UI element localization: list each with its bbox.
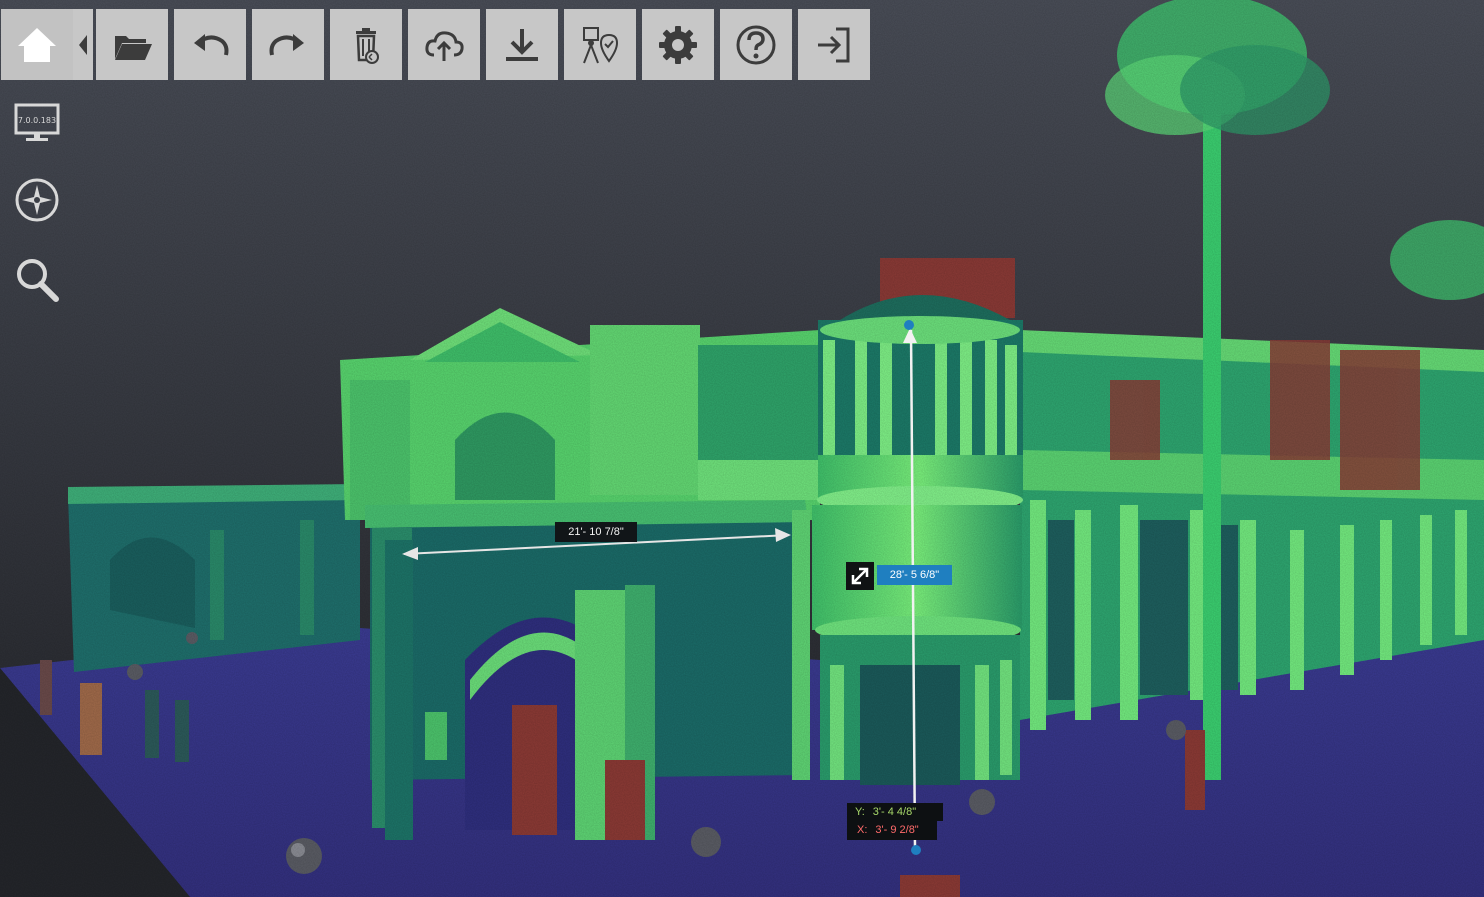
undo-button[interactable] xyxy=(174,9,246,80)
download-icon xyxy=(506,28,538,61)
x-offset-label[interactable]: X: 3'- 9 2/8" xyxy=(847,820,937,840)
chevron-left-icon xyxy=(79,34,87,55)
gear-icon xyxy=(659,25,697,64)
exit-icon xyxy=(818,27,850,62)
monitor-icon: 7.0.0.183 xyxy=(14,103,60,141)
x-axis-key: X: xyxy=(857,824,868,836)
measurement-resize-handle[interactable] xyxy=(846,562,874,590)
help-icon xyxy=(736,25,776,64)
undo-icon xyxy=(194,33,229,55)
navigation-button[interactable] xyxy=(12,175,62,225)
redo-button[interactable] xyxy=(252,9,324,80)
georeference-button[interactable] xyxy=(564,9,636,80)
compass-icon xyxy=(15,178,59,222)
survey-location-icon xyxy=(583,26,619,63)
folder-open-icon xyxy=(115,35,152,60)
point-cloud-viewport[interactable]: 7.0.0.183 21'- 10 7/8" 28'- 5 6/8" Y: 3'… xyxy=(0,0,1484,897)
x-offset-value: 3'- 9 2/8" xyxy=(875,824,919,836)
settings-button[interactable] xyxy=(642,9,714,80)
search-icon xyxy=(17,259,59,302)
search-button[interactable] xyxy=(12,254,62,304)
y-offset-label[interactable]: Y: 3'- 4 4/8" xyxy=(847,803,943,821)
delete-restore-button[interactable] xyxy=(330,9,402,80)
home-button[interactable] xyxy=(1,9,73,80)
trash-restore-icon xyxy=(356,27,379,64)
upload-button[interactable] xyxy=(408,9,480,80)
redo-icon xyxy=(269,33,304,55)
open-button[interactable] xyxy=(96,9,168,80)
exit-button[interactable] xyxy=(798,9,870,80)
y-axis-key: Y: xyxy=(855,806,865,818)
display-button[interactable]: 7.0.0.183 xyxy=(12,97,62,147)
point-cloud-grain xyxy=(0,0,1484,897)
cloud-upload-icon xyxy=(425,30,464,61)
home-icon xyxy=(18,27,56,62)
horizontal-distance-label[interactable]: 21'- 10 7/8" xyxy=(555,522,637,542)
download-button[interactable] xyxy=(486,9,558,80)
y-offset-value: 3'- 4 4/8" xyxy=(872,806,917,818)
point-cloud-scene[interactable] xyxy=(0,0,1484,897)
help-button[interactable] xyxy=(720,9,792,80)
version-label: 7.0.0.183 xyxy=(18,116,56,125)
diagonal-resize-icon xyxy=(851,567,869,585)
toolbar-collapse-button[interactable] xyxy=(73,9,93,80)
vertical-distance-label[interactable]: 28'- 5 6/8" xyxy=(877,565,952,585)
